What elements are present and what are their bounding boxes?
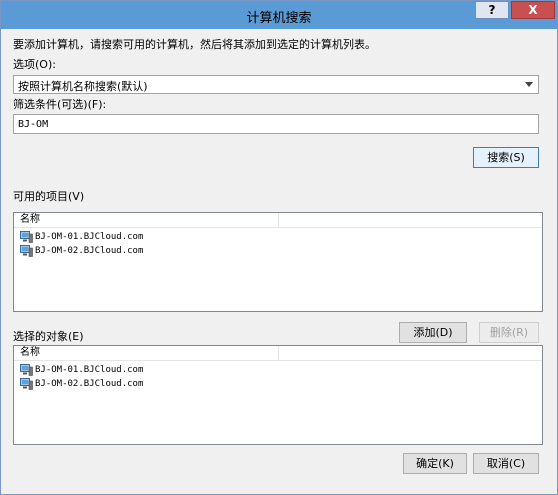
list-header: 名称 xyxy=(14,213,542,228)
selected-objects-list[interactable]: 名称 BJ-OM-01.BJCloud.com BJ-OM-02.BJCloud… xyxy=(13,345,543,445)
computer-icon xyxy=(20,364,33,376)
computer-search-dialog: 计算机搜索 ? X 要添加计算机，请搜索可用的计算机，然后将其添加到选定的计算机… xyxy=(0,0,558,495)
filter-input[interactable] xyxy=(13,114,539,134)
options-dropdown[interactable]: 按照计算机名称搜索(默认) xyxy=(13,75,539,94)
filter-label: 筛选条件(可选)(F): xyxy=(13,98,107,111)
name-column-header[interactable]: 名称 xyxy=(14,213,279,227)
computer-icon xyxy=(20,245,33,257)
close-button[interactable]: X xyxy=(511,1,555,19)
window-title: 计算机搜索 xyxy=(246,11,312,26)
title-bar: 计算机搜索 ? X xyxy=(1,1,557,29)
options-label: 选项(O): xyxy=(13,58,56,71)
options-selected-value: 按照计算机名称搜索(默认) xyxy=(18,80,148,93)
name-column-header[interactable]: 名称 xyxy=(14,346,279,360)
help-button[interactable]: ? xyxy=(475,1,509,19)
instruction-text: 要添加计算机，请搜索可用的计算机，然后将其添加到选定的计算机列表。 xyxy=(13,38,376,51)
search-button[interactable]: 搜索(S) xyxy=(473,147,539,168)
add-button[interactable]: 添加(D) xyxy=(399,322,467,343)
computer-icon xyxy=(20,231,33,243)
remove-button[interactable]: 删除(R) xyxy=(479,322,539,343)
ok-button[interactable]: 确定(K) xyxy=(403,453,467,474)
computer-icon xyxy=(20,378,33,390)
list-header: 名称 xyxy=(14,346,542,361)
available-items-label: 可用的项目(V) xyxy=(13,190,85,203)
selected-objects-label: 选择的对象(E) xyxy=(13,330,84,343)
chevron-down-icon xyxy=(525,82,533,87)
cancel-button[interactable]: 取消(C) xyxy=(473,453,539,474)
available-items-list[interactable]: 名称 BJ-OM-01.BJCloud.com BJ-OM-02.BJCloud… xyxy=(13,212,543,312)
